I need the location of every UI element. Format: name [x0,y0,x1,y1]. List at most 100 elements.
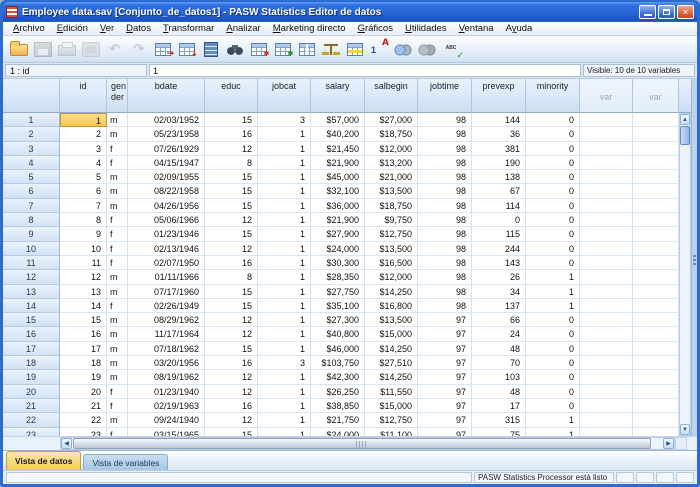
data-cell[interactable] [580,313,633,327]
data-cell[interactable]: $16,800 [365,299,418,313]
data-cell[interactable] [580,227,633,241]
menu-ventana[interactable]: Ventana [453,22,500,35]
data-cell[interactable]: 12 [205,213,258,227]
data-cell[interactable] [633,327,679,341]
tab-vista-de-datos[interactable]: Vista de datos [6,451,81,470]
data-cell[interactable] [580,299,633,313]
data-cell[interactable]: $57,000 [311,113,365,127]
cell-editor-field[interactable]: 1 [149,64,581,77]
row-header-19[interactable]: 19 [3,370,60,384]
data-cell[interactable]: 1 [526,299,580,313]
scroll-right-button[interactable]: ▶ [663,438,674,449]
data-cell[interactable]: f [107,385,128,399]
data-cell[interactable]: 15 [205,170,258,184]
data-cell[interactable]: 244 [472,242,526,256]
data-cell[interactable]: 1 [258,184,311,198]
row-header-16[interactable]: 16 [3,327,60,341]
data-cell[interactable]: 19 [60,370,107,384]
data-cell[interactable]: 34 [472,285,526,299]
data-cell[interactable]: 97 [418,370,472,384]
data-cell[interactable]: 98 [418,184,472,198]
data-cell[interactable] [580,399,633,413]
data-cell[interactable]: 01/11/1966 [128,270,205,284]
data-cell[interactable]: $14,250 [365,285,418,299]
data-cell[interactable]: $9,750 [365,213,418,227]
data-cell[interactable]: 1 [258,413,311,427]
data-cell[interactable]: 98 [418,299,472,313]
data-cell[interactable]: $18,750 [365,127,418,141]
data-cell[interactable]: 98 [418,142,472,156]
data-cell[interactable]: 5 [60,170,107,184]
data-cell[interactable]: $11,550 [365,385,418,399]
data-cell[interactable] [580,242,633,256]
horizontal-scrollbar[interactable]: ◀ ▶ [60,437,675,450]
data-cell[interactable]: 114 [472,199,526,213]
data-cell[interactable]: 13 [60,285,107,299]
data-cell[interactable]: 0 [526,256,580,270]
row-header-22[interactable]: 22 [3,413,60,427]
data-cell[interactable] [633,413,679,427]
data-cell[interactable]: 0 [526,370,580,384]
data-cell[interactable]: 8 [205,156,258,170]
data-cell[interactable]: 138 [472,170,526,184]
column-header-minority[interactable]: minority [526,79,580,113]
grid-corner-cell[interactable] [3,79,60,113]
data-cell[interactable]: $16,500 [365,256,418,270]
insert-cases-icon[interactable] [247,38,271,60]
minimize-button[interactable] [639,5,656,19]
data-cell[interactable]: $45,000 [311,170,365,184]
data-cell[interactable]: f [107,156,128,170]
data-cell[interactable] [633,285,679,299]
data-cell[interactable]: 0 [526,399,580,413]
data-cell[interactable]: 12 [205,327,258,341]
data-cell[interactable]: 98 [418,285,472,299]
data-cell[interactable]: 98 [418,213,472,227]
data-cell[interactable]: 1 [258,213,311,227]
data-cell[interactable]: $13,500 [365,313,418,327]
data-cell[interactable]: 0 [526,385,580,399]
data-cell[interactable]: 48 [472,342,526,356]
data-cell[interactable]: 36 [472,127,526,141]
data-cell[interactable]: 07/18/1962 [128,342,205,356]
spell-check-icon[interactable]: ABC [439,38,463,60]
data-cell[interactable]: 02/13/1946 [128,242,205,256]
use-variable-sets-icon[interactable] [391,38,415,60]
data-cell[interactable]: m [107,170,128,184]
maximize-button[interactable] [658,5,675,19]
row-header-6[interactable]: 6 [3,184,60,198]
insert-variable-icon[interactable] [271,38,295,60]
data-cell[interactable]: 15 [205,227,258,241]
data-cell[interactable]: $35,100 [311,299,365,313]
data-cell[interactable]: 1 [258,156,311,170]
data-cell[interactable]: m [107,370,128,384]
data-cell[interactable]: 98 [418,270,472,284]
row-header-3[interactable]: 3 [3,142,60,156]
data-cell[interactable]: $27,000 [365,113,418,127]
data-cell[interactable]: 315 [472,413,526,427]
data-cell[interactable]: $18,750 [365,199,418,213]
data-cell[interactable] [580,142,633,156]
data-cell[interactable]: $15,000 [365,327,418,341]
column-header-jobtime[interactable]: jobtime [418,79,472,113]
data-cell[interactable]: $13,500 [365,242,418,256]
data-cell[interactable]: 03/15/1965 [128,428,205,436]
row-header-14[interactable]: 14 [3,299,60,313]
column-header-gender[interactable]: gender [107,79,128,113]
data-cell[interactable]: 12 [205,413,258,427]
weight-cases-icon[interactable] [319,38,343,60]
data-cell[interactable]: 16 [205,399,258,413]
data-cell[interactable]: 04/26/1956 [128,199,205,213]
column-header-educ[interactable]: educ [205,79,258,113]
menu-gráficos[interactable]: Gráficos [352,22,399,35]
data-cell[interactable]: 02/07/1950 [128,256,205,270]
data-cell[interactable]: 0 [472,213,526,227]
tab-vista-de-variables[interactable]: Vista de variables [83,454,168,470]
menu-marketing-directo[interactable]: Marketing directo [267,22,352,35]
data-cell[interactable]: 97 [418,356,472,370]
data-cell[interactable]: 02/09/1955 [128,170,205,184]
data-cell[interactable]: 97 [418,413,472,427]
row-header-7[interactable]: 7 [3,199,60,213]
data-cell[interactable] [633,213,679,227]
data-cell[interactable]: m [107,113,128,127]
data-cell[interactable]: 8 [205,270,258,284]
